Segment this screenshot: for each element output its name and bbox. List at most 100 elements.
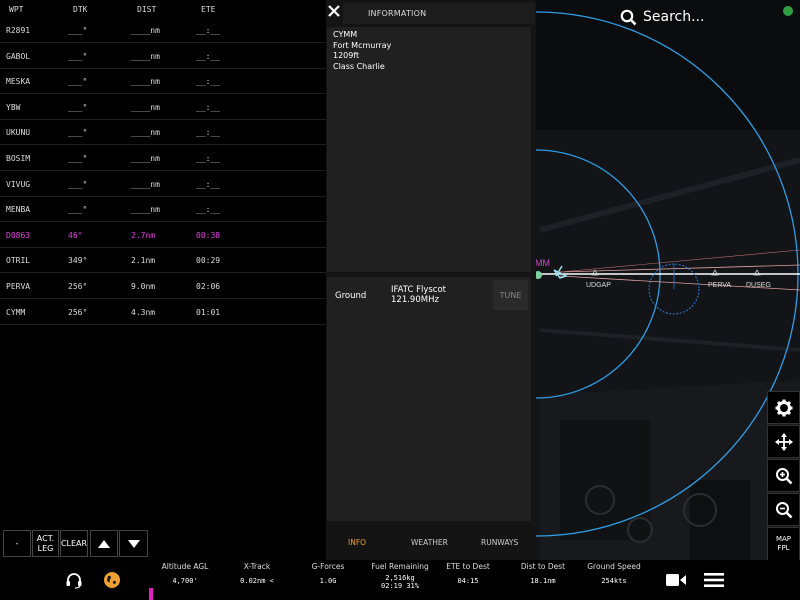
stat-value-secondary: 02:19 31%: [381, 582, 419, 590]
globe-icon[interactable]: [103, 571, 121, 589]
waypoint-name: VIVUG: [6, 179, 31, 189]
stat-label: ETE to Dest: [446, 562, 490, 571]
flight-plan-row[interactable]: PERVA 256° 9.0nm 02:06: [0, 273, 327, 299]
waypoint-dist: 2.7nm: [131, 230, 156, 240]
waypoint-dist: 9.0nm: [131, 282, 156, 291]
waypoint-dtk: ___°: [68, 154, 88, 163]
menu-icon[interactable]: [704, 572, 724, 588]
waypoint-ete: __:__: [196, 77, 221, 87]
waypoint-ete: 02:06: [196, 282, 221, 291]
waypoint-label-perva: PERVA: [708, 282, 731, 289]
waypoint-dtk: 46°: [68, 230, 83, 240]
information-panel: INFORMATION CYMM Fort Mcmurray 1209ft Cl…: [326, 0, 536, 560]
flight-plan-row[interactable]: R2891 ___° ____nm __:__: [0, 17, 327, 43]
waypoint-label-udgap: UDGAP: [586, 282, 611, 289]
move-arrows-icon: [774, 432, 793, 451]
waypoint-dtk: ___°: [68, 128, 88, 138]
waypoint-ete: __:__: [196, 154, 221, 163]
flight-plan-row[interactable]: CYMM 256° 4.3nm 01:01: [0, 299, 327, 325]
close-icon[interactable]: [327, 4, 341, 18]
stat-value: 04:15: [457, 577, 479, 585]
move-down-button[interactable]: [119, 530, 148, 557]
zoom-in-icon: [775, 467, 792, 484]
flight-plan-panel: WPT DTK DIST ETE R2891 ___° ____nm __:__ GAB…: [0, 0, 327, 600]
info-airport-name: Fort Mcmurray: [333, 40, 392, 50]
stat-x-track: X-Track 0.02nm <: [232, 562, 282, 585]
flight-plan-row[interactable]: MENBA ___° ____nm __:__: [0, 196, 327, 223]
zoom-out-icon: [775, 501, 792, 518]
tab-weather[interactable]: WEATHER: [411, 538, 448, 547]
stat-label: X-Track: [243, 562, 271, 571]
stat-fuel-remaining: Fuel Remaining 2,516kg 02:19 31%: [370, 562, 430, 590]
waypoint-name: R2891: [6, 26, 31, 35]
activate-leg-label: ACT. LEG: [36, 533, 55, 553]
waypoint-dist: ____nm: [131, 51, 160, 61]
header-ete: ETE: [201, 5, 216, 14]
flight-plan-row[interactable]: UKUNU ___° ____nm __:__: [0, 119, 327, 146]
waypoint-ete: __:__: [196, 128, 221, 138]
waypoint-dist: ____nm: [131, 77, 160, 87]
map-airport-label: MM: [535, 258, 550, 268]
info-details: CYMM Fort Mcmurray 1209ft Class Charlie: [327, 27, 531, 272]
stat-label: Dist to Dest: [520, 562, 566, 571]
waypoint-ete: __:__: [196, 179, 221, 189]
zoom-out-button[interactable]: [767, 493, 800, 526]
waypoint-dtk: ___°: [68, 77, 88, 87]
flight-plan-row[interactable]: BOSIM ___° ____nm __:__: [0, 145, 327, 171]
map-fpl-label: MAP FPL: [775, 535, 792, 552]
stat-value: 254kts: [601, 577, 627, 585]
waypoint-dtk: ___°: [68, 205, 88, 215]
waypoint-dist: ____nm: [131, 205, 160, 215]
waypoint-name: D0863: [6, 230, 31, 240]
header-wpt: WPT: [9, 5, 24, 14]
frequency-list: Ground IFATC Flyscot 121.90MHz TUNE: [327, 277, 531, 521]
waypoint-dtk: ___°: [68, 26, 88, 35]
activate-leg-button[interactable]: ACT. LEG: [32, 530, 59, 557]
waypoint-dist: ____nm: [131, 179, 160, 189]
map-settings-button[interactable]: [767, 391, 800, 424]
waypoint-ete: __:__: [196, 102, 221, 112]
clear-button[interactable]: CLEAR: [60, 530, 88, 557]
arrow-down-icon: [127, 539, 140, 548]
flight-plan-row[interactable]: VIVUG ___° ____nm __:__: [0, 171, 327, 197]
stat-label: G-Forces: [311, 562, 345, 571]
waypoint-dist: 2.1nm: [131, 256, 156, 266]
flight-plan-row[interactable]: OTRIL 349° 2.1nm 00:29: [0, 247, 327, 274]
map-fpl-toggle-button[interactable]: MAP FPL: [767, 527, 800, 561]
recenter-map-button[interactable]: [767, 425, 800, 458]
waypoint-dist: ____nm: [131, 128, 160, 138]
info-airspace-class: Class Charlie: [333, 61, 385, 71]
stat-value: 18.1nm: [530, 577, 556, 585]
stat-label: Altitude AGL: [161, 562, 209, 571]
tab-info[interactable]: INFO: [348, 538, 366, 547]
flight-plan-row[interactable]: MESKA ___° ____nm __:__: [0, 68, 327, 95]
zoom-in-button[interactable]: [767, 459, 800, 492]
waypoint-dtk: ___°: [68, 51, 88, 61]
stat-dist-to-dest: Dist to Dest 18.1nm: [517, 562, 569, 585]
search-button[interactable]: Search...: [620, 7, 704, 27]
headset-icon[interactable]: [65, 571, 83, 589]
camera-icon[interactable]: [666, 572, 686, 588]
progress-indicator: [149, 588, 153, 600]
flight-plan-row[interactable]: D0863 46° 2.7nm 00:38: [0, 222, 327, 248]
waypoint-name: MENBA: [6, 205, 31, 215]
stat-label: Fuel Remaining: [371, 562, 429, 571]
remove-waypoint-button[interactable]: -: [3, 530, 31, 557]
waypoint-ete: 00:29: [196, 256, 221, 266]
flight-plan-row[interactable]: GABOL ___° ____nm __:__: [0, 43, 327, 69]
frequency-value: 121.90MHz: [391, 295, 439, 305]
tune-button[interactable]: TUNE: [493, 280, 528, 310]
stat-ground-speed: Ground Speed 254kts: [586, 562, 642, 585]
tab-runways[interactable]: RUNWAYS: [481, 538, 518, 547]
waypoint-name: BOSIM: [6, 154, 31, 163]
stat-g-forces: G-Forces 1.0G: [303, 562, 353, 585]
move-up-button[interactable]: [90, 530, 118, 557]
waypoint-dtk: 256°: [68, 282, 88, 291]
header-dist: DIST: [137, 5, 157, 14]
waypoint-ete: 00:38: [196, 230, 221, 240]
header-dtk: DTK: [73, 5, 88, 14]
waypoint-name: CYMM: [6, 307, 26, 317]
flight-plan-row[interactable]: YBW ___° ____nm __:__: [0, 94, 327, 120]
waypoint-dist: 4.3nm: [131, 307, 156, 317]
info-title: INFORMATION: [368, 9, 427, 18]
